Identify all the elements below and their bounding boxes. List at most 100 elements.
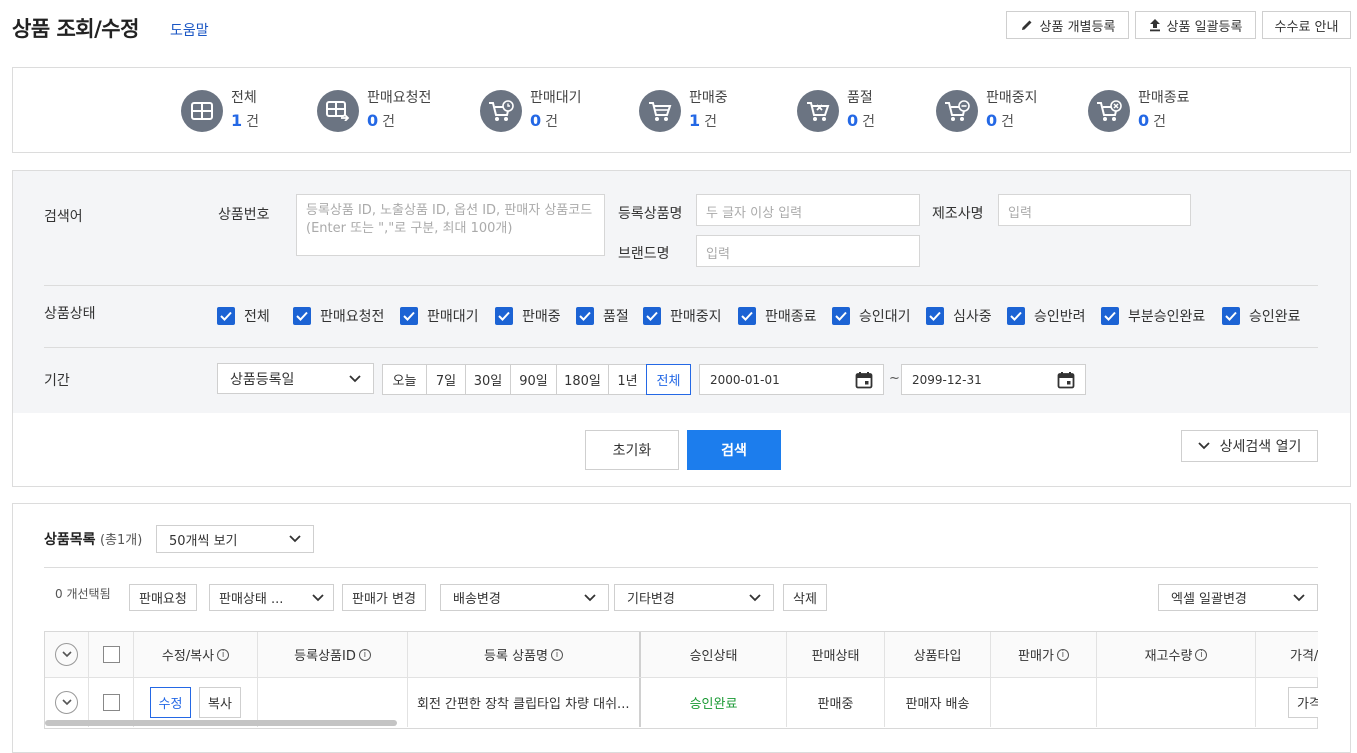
select-all-checkbox[interactable]	[89, 632, 134, 677]
reg-name-input[interactable]: 두 글자 이상 입력	[696, 194, 920, 226]
period-type-select[interactable]: 상품등록일	[217, 363, 374, 394]
cart-x-icon	[797, 90, 839, 132]
cart-clock-icon	[480, 90, 522, 132]
info-icon[interactable]: i	[358, 648, 371, 661]
status-checkbox-partial-approved[interactable]: 부분승인완료	[1101, 306, 1205, 326]
brand-label: 브랜드명	[618, 246, 670, 262]
cart-icon	[639, 90, 681, 132]
grid-icon	[181, 90, 223, 132]
period-today-button[interactable]: 오늘	[382, 364, 427, 395]
row-price-stock-cell: 가격	[1256, 678, 1318, 727]
period-1y-button[interactable]: 1년	[608, 364, 647, 395]
divider	[44, 285, 1318, 286]
detail-search-toggle[interactable]: 상세검색 열기	[1181, 430, 1318, 462]
summary-all[interactable]: 전체 1건	[181, 86, 259, 136]
status-checkbox-ended[interactable]: 판매종료	[738, 306, 817, 326]
chevron-down-icon	[312, 593, 324, 601]
summary-suspended[interactable]: 판매중지 0건	[936, 86, 1038, 136]
other-change-select[interactable]: 기타변경	[614, 584, 774, 611]
check-icon	[738, 307, 756, 325]
individual-register-button[interactable]: 상품 개별등록	[1006, 11, 1129, 39]
column-price-stock: 가격/	[1256, 632, 1318, 677]
search-button[interactable]: 검색	[687, 430, 781, 470]
status-checkbox-suspended[interactable]: 판매중지	[643, 306, 722, 326]
page-size-select[interactable]: 50개씩 보기	[156, 525, 314, 553]
row-product-type: 판매자 배송	[885, 678, 991, 727]
column-price: 판매가 i	[991, 632, 1097, 677]
page-title: 상품 조회/수정	[12, 17, 139, 41]
search-actions-area	[12, 413, 1351, 487]
calendar-icon	[855, 371, 873, 388]
check-icon	[1222, 307, 1240, 325]
bulk-register-button[interactable]: 상품 일괄등록	[1135, 11, 1256, 39]
brand-input[interactable]: 입력	[696, 235, 920, 267]
divider	[44, 347, 1318, 348]
summary-before-request[interactable]: 판매요청전 0건	[317, 86, 431, 136]
period-all-button[interactable]: 전체	[646, 364, 691, 395]
maker-input[interactable]: 입력	[998, 194, 1191, 226]
sale-request-button[interactable]: 판매요청	[129, 584, 197, 611]
edit-button[interactable]: 수정	[150, 687, 191, 718]
check-icon	[400, 307, 418, 325]
info-icon[interactable]: i	[550, 648, 563, 661]
summary-waiting[interactable]: 판매대기 0건	[480, 86, 582, 136]
info-icon[interactable]: i	[1195, 648, 1208, 661]
cart-cancel-icon	[1088, 90, 1130, 132]
period-30d-button[interactable]: 30일	[465, 364, 511, 395]
status-checkbox-on-sale[interactable]: 판매중	[495, 306, 561, 326]
info-icon[interactable]: i	[1056, 648, 1069, 661]
price-change-button[interactable]: 판매가 변경	[342, 584, 426, 611]
period-180d-button[interactable]: 180일	[556, 364, 609, 395]
fee-guide-button[interactable]: 수수료 안내	[1262, 11, 1351, 39]
product-no-label: 상품번호	[218, 207, 270, 223]
status-checkbox-before-request[interactable]: 판매요청전	[293, 306, 384, 326]
summary-on-sale[interactable]: 판매중 1건	[639, 86, 728, 136]
pencil-icon	[1021, 20, 1032, 30]
price-stock-button[interactable]: 가격	[1288, 687, 1318, 718]
product-no-textarea[interactable]: 등록상품 ID, 노출상품 ID, 옵션 ID, 판매자 상품코드(Enter …	[296, 194, 605, 256]
status-checkbox-reviewing[interactable]: 심사중	[926, 306, 992, 326]
info-icon[interactable]: i	[217, 648, 230, 661]
period-90d-button[interactable]: 90일	[510, 364, 557, 395]
row-product-name[interactable]: 회전 간편한 장착 클립타입 차량 대쉬...	[408, 678, 641, 727]
summary-sold-out[interactable]: 품절 0건	[797, 86, 875, 136]
date-to-input[interactable]: 2099-12-31	[901, 364, 1086, 395]
maker-label: 제조사명	[932, 206, 984, 222]
chevron-down-icon	[584, 593, 596, 601]
date-range-separator: ~	[889, 371, 900, 386]
excel-bulk-select[interactable]: 엑셀 일괄변경	[1158, 584, 1318, 611]
delete-button[interactable]: 삭제	[783, 584, 827, 611]
status-checkbox-approved[interactable]: 승인완료	[1222, 306, 1301, 326]
check-icon	[1007, 307, 1025, 325]
column-approval: 승인상태	[641, 632, 787, 677]
status-checkbox-rejected[interactable]: 승인반려	[1007, 306, 1086, 326]
status-checkbox-waiting[interactable]: 판매대기	[400, 306, 479, 326]
date-from-input[interactable]: 2000-01-01	[699, 364, 884, 395]
check-icon	[643, 307, 661, 325]
row-price	[991, 678, 1097, 727]
check-icon	[832, 307, 850, 325]
summary-ended[interactable]: 판매종료 0건	[1088, 86, 1190, 136]
copy-button[interactable]: 복사	[199, 687, 241, 718]
expand-all-toggle[interactable]	[45, 632, 89, 677]
check-icon	[293, 307, 311, 325]
column-sale-status: 판매상태	[787, 632, 885, 677]
check-icon	[495, 307, 513, 325]
product-list-title: 상품목록 (총1개)	[44, 532, 143, 548]
period-label: 기간	[44, 373, 70, 389]
status-checkbox-sold-out[interactable]: 품절	[576, 306, 629, 326]
chevron-down-icon	[349, 374, 361, 382]
status-checkbox-all[interactable]: 전체	[217, 306, 270, 326]
reg-name-label: 등록상품명	[618, 206, 683, 222]
shipping-change-select[interactable]: 배송변경	[440, 584, 609, 611]
column-product-name: 등록 상품명 i	[408, 632, 641, 677]
column-edit-copy: 수정/복사 i	[134, 632, 258, 677]
status-checkbox-approval-wait[interactable]: 승인대기	[832, 306, 911, 326]
period-7d-button[interactable]: 7일	[426, 364, 466, 395]
chevron-down-icon	[55, 643, 78, 666]
help-link[interactable]: 도움말	[170, 20, 209, 40]
reset-button[interactable]: 초기화	[585, 430, 679, 470]
sale-status-select[interactable]: 판매상태 ...	[209, 584, 334, 611]
column-product-id: 등록상품ID i	[258, 632, 408, 677]
horizontal-scrollbar[interactable]	[45, 720, 397, 726]
